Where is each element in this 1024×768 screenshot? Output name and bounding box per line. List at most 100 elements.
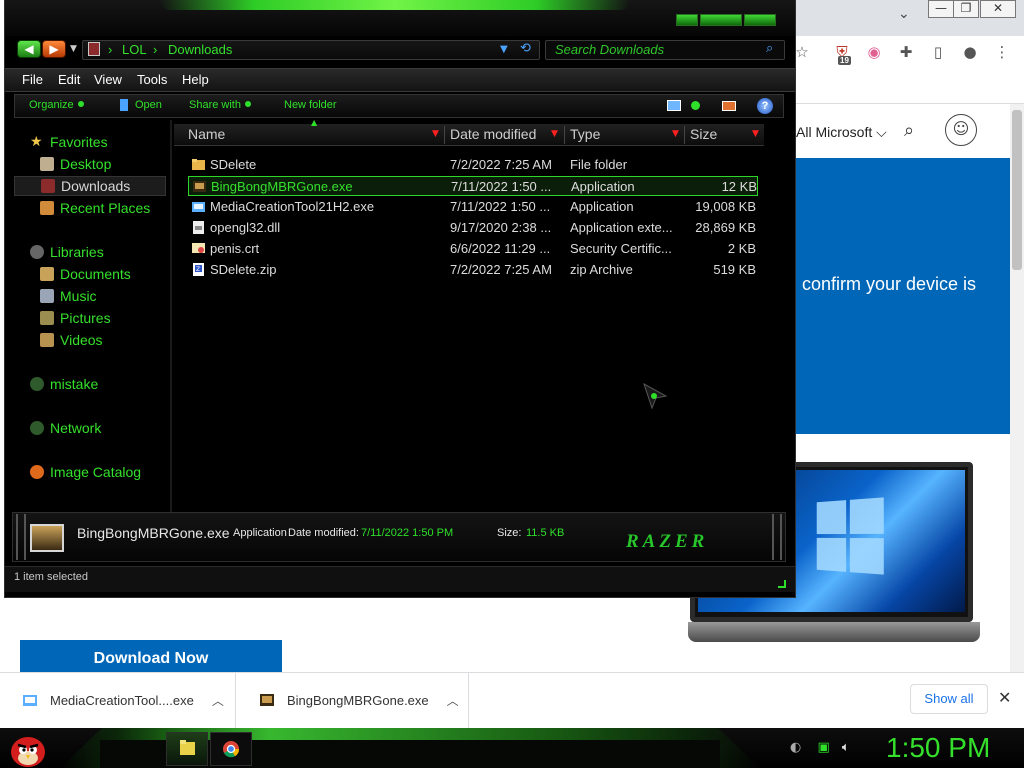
column-filter-icon[interactable]: ▼: [752, 129, 759, 139]
nav-libraries[interactable]: Libraries: [30, 242, 160, 262]
show-all-button[interactable]: Show all: [910, 684, 988, 714]
download-now-button[interactable]: Download Now: [20, 640, 282, 674]
desktop-icon: [40, 157, 54, 171]
refresh-icon[interactable]: ⟲: [520, 41, 531, 56]
file-row[interactable]: opengl32.dll 9/17/2020 2:38 ... Applicat…: [188, 218, 758, 238]
help-icon[interactable]: ?: [757, 98, 773, 114]
nav-label: Videos: [60, 332, 103, 348]
nav-documents[interactable]: Documents: [40, 264, 160, 284]
back-button[interactable]: ◀: [17, 40, 41, 58]
network-tray-icon[interactable]: ▣: [817, 740, 829, 755]
show-hidden-icons-icon[interactable]: ◐: [790, 740, 801, 755]
address-dropdown-icon[interactable]: ▼: [500, 44, 508, 55]
nav-favorites[interactable]: ★ Favorites: [30, 132, 160, 152]
star-icon: ★: [30, 134, 43, 150]
close-button[interactable]: [744, 14, 776, 26]
address-bar[interactable]: [82, 40, 540, 60]
nav-network[interactable]: Network: [30, 418, 160, 438]
download-item[interactable]: BingBongMBRGone.exe ︿: [237, 672, 469, 728]
side-panel-icon[interactable]: ▯: [928, 42, 948, 62]
breadcrumb-item[interactable]: LOL: [122, 42, 147, 57]
nav-recent-places[interactable]: Recent Places: [40, 198, 168, 218]
tab-search-chevron-icon[interactable]: ⌄: [898, 6, 910, 22]
nav-mistake[interactable]: mistake: [30, 374, 160, 394]
nav-music[interactable]: Music: [40, 286, 160, 306]
ms-search-icon[interactable]: ⌕: [904, 120, 914, 141]
pictures-icon: [40, 311, 54, 325]
minimize-button[interactable]: —: [928, 0, 954, 18]
file-name: opengl32.dll: [210, 220, 281, 235]
chevron-up-icon[interactable]: ︿: [212, 692, 224, 709]
minimize-button[interactable]: [676, 14, 698, 26]
nav-image-catalog[interactable]: Image Catalog: [30, 462, 160, 482]
close-shelf-icon[interactable]: ✕: [998, 688, 1011, 707]
preview-pane-icon[interactable]: [722, 101, 736, 111]
column-filter-icon[interactable]: ▼: [432, 129, 439, 139]
extension-flag-icon[interactable]: ◉: [864, 42, 884, 62]
details-bracket-right: [772, 514, 782, 560]
pane-splitter[interactable]: [170, 120, 172, 512]
mouse-cursor-icon: [643, 382, 668, 410]
menu-edit[interactable]: Edit: [58, 72, 80, 87]
menu-view[interactable]: View: [94, 72, 122, 87]
file-row[interactable]: BingBongMBRGone.exe 7/11/2022 1:50 ... A…: [188, 176, 758, 196]
menu-bar: [5, 68, 795, 92]
volume-icon[interactable]: 🔈︎: [842, 740, 850, 755]
titlebar-glow: [160, 0, 630, 10]
file-row[interactable]: SDelete 7/2/2022 7:25 AM File folder: [188, 155, 758, 175]
column-type[interactable]: Type: [570, 126, 600, 144]
column-divider[interactable]: [564, 126, 565, 144]
breadcrumb-item[interactable]: Downloads: [168, 42, 232, 57]
column-filter-icon[interactable]: ▼: [551, 129, 558, 139]
nav-downloads[interactable]: Downloads: [14, 176, 166, 196]
documents-icon: [40, 267, 54, 281]
recent-pages-chevron-icon[interactable]: ▼: [70, 44, 77, 54]
close-button[interactable]: ✕: [980, 0, 1016, 18]
status-text: 1 item selected: [14, 571, 88, 583]
details-file-name: BingBongMBRGone.exe: [77, 525, 230, 541]
ms-account-icon[interactable]: ☺: [945, 114, 977, 146]
profile-icon[interactable]: ●: [960, 42, 980, 62]
details-modified-value: 7/11/2022 1:50 PM: [361, 527, 454, 539]
restore-button[interactable]: ❐: [953, 0, 979, 18]
nav-label: Network: [50, 420, 102, 436]
organize-button[interactable]: Organize: [29, 99, 84, 111]
share-with-button[interactable]: Share with: [189, 99, 251, 111]
resize-grip[interactable]: [778, 580, 786, 588]
open-button[interactable]: Open: [135, 99, 162, 111]
column-filter-icon[interactable]: ▼: [672, 129, 679, 139]
taskbar-explorer-button[interactable]: [166, 732, 208, 766]
scrollbar-thumb[interactable]: [1012, 110, 1022, 270]
column-name[interactable]: Name: [188, 126, 225, 144]
nav-pictures[interactable]: Pictures: [40, 308, 160, 328]
nav-videos[interactable]: Videos: [40, 330, 160, 350]
column-divider[interactable]: [684, 126, 685, 144]
maximize-button[interactable]: [700, 14, 742, 26]
change-view-icon[interactable]: [667, 100, 681, 111]
forward-button[interactable]: ▶: [42, 40, 66, 58]
browser-menu-icon[interactable]: ⋮: [992, 42, 1012, 62]
chevron-up-icon[interactable]: ︿: [447, 692, 459, 709]
file-row[interactable]: Z SDelete.zip 7/2/2022 7:25 AM zip Archi…: [188, 260, 758, 280]
file-row[interactable]: penis.crt 6/6/2022 11:29 ... Security Ce…: [188, 239, 758, 259]
column-size[interactable]: Size: [690, 126, 717, 144]
taskbar-chrome-button[interactable]: [210, 732, 252, 766]
file-date: 7/2/2022 7:25 AM: [450, 157, 552, 172]
file-date: 7/2/2022 7:25 AM: [450, 262, 552, 277]
column-date-modified[interactable]: Date modified: [450, 126, 536, 144]
file-row[interactable]: MediaCreationTool21H2.exe 7/11/2022 1:50…: [188, 197, 758, 217]
menu-file[interactable]: File: [22, 72, 43, 87]
download-item[interactable]: MediaCreationTool....exe ︿: [0, 672, 236, 728]
view-options-icon[interactable]: [691, 101, 700, 110]
search-icon[interactable]: ⌕: [766, 41, 773, 56]
installer-icon: [192, 202, 205, 212]
column-divider[interactable]: [444, 126, 445, 144]
start-button[interactable]: [6, 728, 50, 768]
all-microsoft-menu[interactable]: All Microsoft ⌵: [796, 124, 887, 141]
menu-help[interactable]: Help: [182, 72, 209, 87]
extensions-puzzle-icon[interactable]: ✚: [896, 42, 916, 62]
menu-tools[interactable]: Tools: [137, 72, 167, 87]
new-folder-button[interactable]: New folder: [284, 99, 337, 111]
taskbar-clock[interactable]: 1:50 PM: [886, 732, 990, 764]
nav-desktop[interactable]: Desktop: [40, 154, 160, 174]
